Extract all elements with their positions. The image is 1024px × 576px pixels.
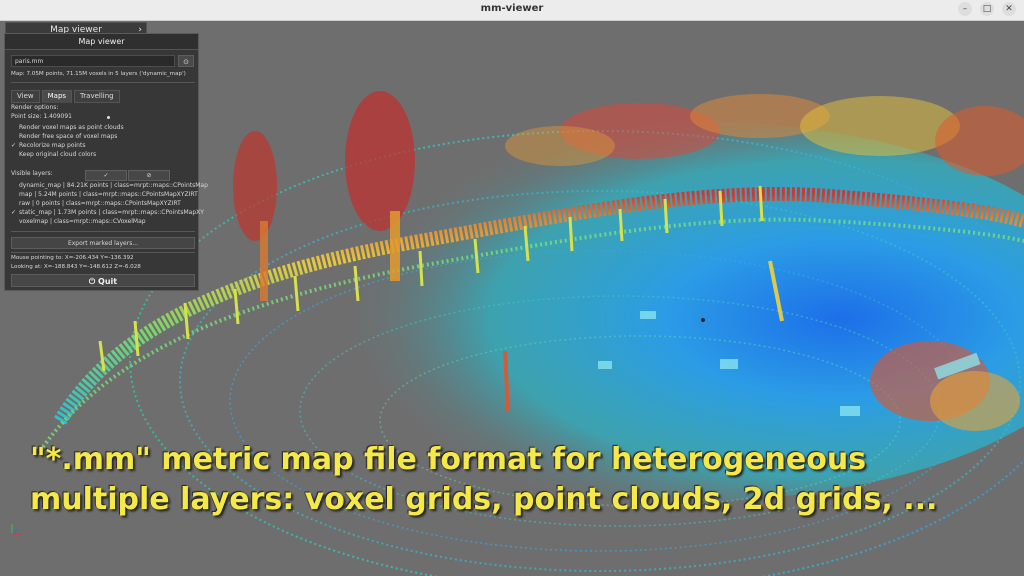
close-button[interactable]: ✕ — [1002, 2, 1016, 16]
checkmark-icon[interactable]: ✓ — [11, 142, 19, 149]
layer-item[interactable]: map | 5.24M points | class=mrpt::maps::C… — [11, 191, 198, 198]
window-title: mm-viewer — [480, 3, 544, 14]
layer-label: raw | 0 points | class=mrpt::maps::CPoin… — [19, 200, 181, 207]
point-size-slider[interactable]: Point size: 1.409091 — [11, 113, 72, 120]
window-controls: – □ ✕ — [958, 2, 1016, 16]
layer-label: dynamic_map | 84.21K points | class=mrpt… — [19, 182, 208, 189]
option-keep-original-colors[interactable]: Keep original cloud colors — [11, 151, 96, 158]
option-label: Keep original cloud colors — [19, 151, 97, 158]
layer-item[interactable]: ✓ static_map | 1.73M points | class=mrpt:… — [11, 209, 204, 216]
panel-title[interactable]: Map viewer — [5, 34, 198, 50]
divider — [11, 252, 195, 253]
render-options-label: Render options: — [11, 104, 59, 111]
mouse-pointing-readout: Mouse pointing to: X=-206.434 Y=-136.392 — [11, 255, 134, 261]
maximize-button[interactable]: □ — [980, 2, 994, 16]
layer-label: voxelmap | class=mrpt::maps::CVoxelMap — [19, 218, 146, 225]
divider — [11, 231, 195, 232]
check-all-layers-button[interactable]: ✓ — [85, 170, 127, 181]
caption-line-1: "*.mm" metric map file format for hetero… — [30, 442, 867, 477]
layer-label: map | 5.24M points | class=mrpt::maps::C… — [19, 191, 198, 198]
mouse-cursor — [701, 318, 705, 322]
looking-at-readout: Looking at: X=-188.843 Y=-148.612 Z=-6.0… — [11, 264, 141, 270]
visible-layers-label: Visible layers: — [11, 170, 53, 177]
map-info-text: Map: 7.05M points, 71.15M voxels in 5 la… — [11, 71, 186, 77]
option-label: Recolorize map points — [19, 142, 86, 149]
caption-line-2: multiple layers: voxel grids, point clou… — [30, 482, 938, 517]
slider-handle[interactable] — [107, 116, 110, 119]
uncheck-all-layers-button[interactable]: ⊘ — [128, 170, 170, 181]
layer-label: static_map | 1.73M points | class=mrpt::… — [19, 209, 204, 216]
tab-view[interactable]: View — [11, 90, 40, 103]
window-titlebar: mm-viewer – □ ✕ — [0, 0, 1024, 21]
minimize-button[interactable]: – — [958, 2, 972, 16]
layer-item[interactable]: dynamic_map | 84.21K points | class=mrpt… — [11, 182, 208, 189]
quit-button[interactable]: ⏻ Quit — [11, 274, 195, 287]
option-label: Render voxel maps as point clouds — [19, 124, 124, 131]
option-label: Render free space of voxel maps — [19, 133, 118, 140]
option-render-voxels-as-points[interactable]: Render voxel maps as point clouds — [11, 124, 124, 131]
tab-maps[interactable]: Maps — [41, 90, 73, 103]
panel-tabs: View Maps Travelling — [11, 90, 120, 103]
option-render-free-space[interactable]: Render free space of voxel maps — [11, 133, 117, 140]
tab-travelling[interactable]: Travelling — [74, 90, 120, 103]
layer-item[interactable]: voxelmap | class=mrpt::maps::CVoxelMap — [11, 218, 146, 225]
camera-icon[interactable]: ⊙ — [178, 55, 194, 67]
video-caption: "*.mm" metric map file format for hetero… — [30, 440, 937, 520]
map-viewer-panel: Map viewer paris.mm ⊙ Map: 7.05M points,… — [4, 33, 208, 291]
checkmark-icon[interactable]: ✓ — [11, 209, 19, 216]
map-file-field[interactable]: paris.mm — [11, 55, 175, 67]
layer-item[interactable]: raw | 0 points | class=mrpt::maps::CPoin… — [11, 200, 181, 207]
option-recolorize[interactable]: ✓ Recolorize map points — [11, 142, 85, 149]
divider — [11, 82, 195, 83]
export-layers-button[interactable]: Export marked layers... — [11, 237, 195, 249]
